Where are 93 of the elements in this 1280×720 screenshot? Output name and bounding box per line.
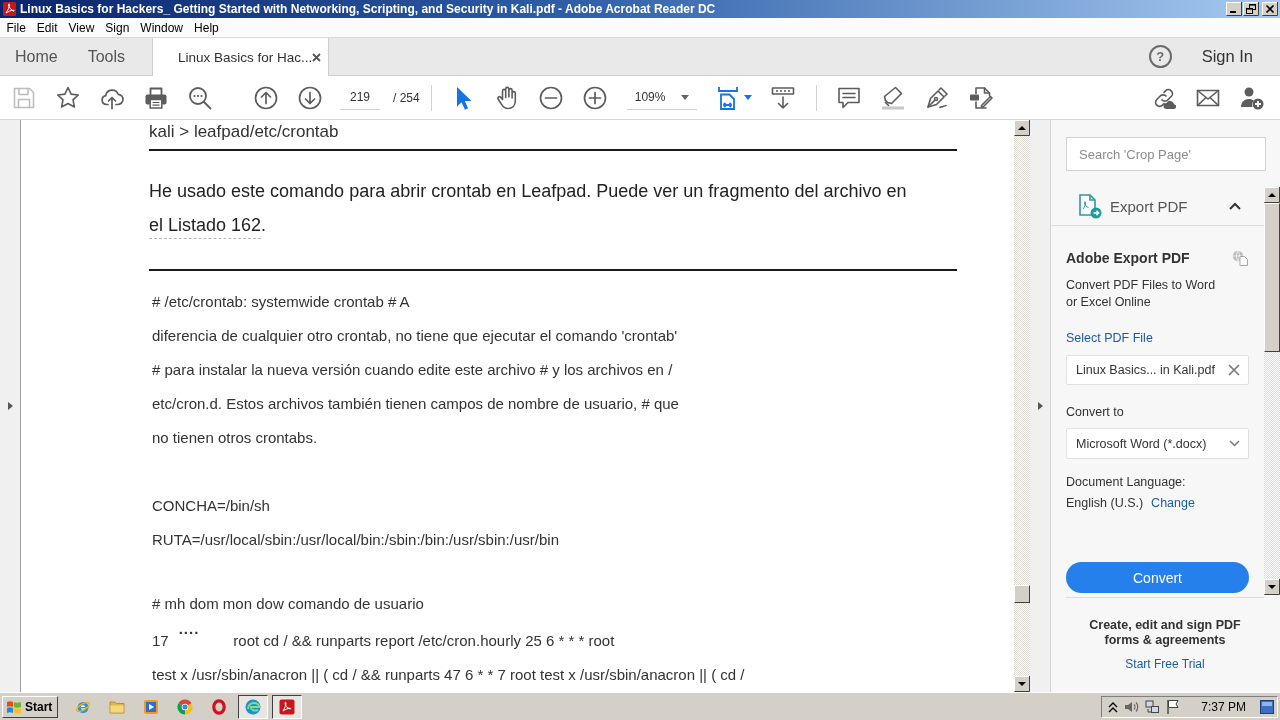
change-link[interactable]: Change bbox=[1151, 495, 1195, 512]
minimize-icon[interactable] bbox=[1226, 2, 1242, 16]
scroll-down-button[interactable] bbox=[1014, 676, 1030, 692]
select-file-link[interactable]: Select PDF File bbox=[1066, 330, 1153, 347]
listing-link[interactable]: el Listado 162 bbox=[149, 215, 262, 235]
scroll-mode-icon[interactable] bbox=[770, 85, 795, 110]
scroll-up-button[interactable] bbox=[1264, 187, 1280, 203]
help-button[interactable]: ? bbox=[1148, 45, 1172, 68]
zoom-out-icon[interactable] bbox=[538, 85, 563, 110]
add-user-icon[interactable] bbox=[1240, 85, 1264, 110]
zoom-in-icon[interactable] bbox=[582, 85, 607, 110]
menu-item[interactable]: View bbox=[63, 19, 100, 36]
pen-nib-icon[interactable] bbox=[924, 85, 949, 110]
highlighter-icon[interactable] bbox=[880, 85, 905, 110]
heading-text: kali > leafpad/etc/crontab bbox=[149, 122, 339, 142]
code-line: # /etc/crontab: systemwide crontab # A bbox=[152, 292, 410, 312]
chevron-down-icon bbox=[1229, 440, 1240, 447]
scrollbar-thumb[interactable] bbox=[1014, 585, 1030, 603]
file-field[interactable]: Linux Basics... in Kali.pdf bbox=[1066, 355, 1249, 385]
start-button[interactable]: Start bbox=[2, 695, 59, 718]
scrollbar[interactable] bbox=[1264, 187, 1280, 595]
scrollbar[interactable] bbox=[1014, 120, 1030, 692]
section-header[interactable]: Export PDF bbox=[1051, 187, 1264, 226]
zoom-dropdown[interactable]: 109% bbox=[626, 85, 697, 110]
convert-button[interactable]: Convert bbox=[1066, 562, 1249, 593]
menu-item[interactable]: File bbox=[1, 19, 32, 36]
close-icon[interactable] bbox=[1262, 2, 1278, 16]
sign-in-button[interactable]: Sign In bbox=[1201, 47, 1253, 66]
menu-item[interactable]: Sign bbox=[99, 19, 135, 36]
clock[interactable]: 7:37 PM bbox=[1201, 699, 1246, 714]
chevron-up-icon[interactable] bbox=[1229, 202, 1241, 210]
menu-item[interactable]: Window bbox=[134, 19, 189, 36]
clear-icon[interactable] bbox=[1228, 364, 1240, 376]
code-line: test x /usr/sbin/anacron || ( cd / && runparts 47 6 * * 7 root test x /usr/sbin/anacron || ( cd / bbox=[152, 665, 745, 685]
network-icon[interactable] bbox=[1145, 699, 1161, 714]
format-dropdown[interactable]: Microsoft Word (*.docx) bbox=[1066, 428, 1249, 459]
scrollbar-thumb[interactable] bbox=[1264, 203, 1280, 352]
printer-icon[interactable] bbox=[144, 85, 168, 110]
code-line: RUTA=/usr/local/sbin:/usr/local/bin:/sbin:/bin:/usr/sbin:/usr/bin bbox=[152, 530, 559, 550]
body-paragraph: He usado este comando para abrir crontab en Leafpad. Puede ver un fragmento del archivo en el Listado 162. bbox=[149, 180, 908, 237]
code-line: CONCHA=/bin/sh bbox=[152, 496, 270, 516]
panel-heading: Adobe Export PDF bbox=[1066, 250, 1190, 266]
fit-page-icon[interactable] bbox=[716, 85, 739, 110]
scroll-down-button[interactable] bbox=[1264, 579, 1280, 595]
pdf-icon[interactable] bbox=[279, 698, 296, 715]
ring-icon[interactable] bbox=[211, 698, 228, 715]
document-export-icon bbox=[1077, 193, 1102, 219]
code-dots: .... bbox=[178, 621, 200, 636]
hand-icon[interactable] bbox=[494, 85, 519, 110]
menu-item[interactable]: Help bbox=[188, 19, 225, 36]
code-command: root cd / && runparts report /etc/cron.hourly 25 6 * * * root bbox=[233, 632, 615, 649]
code-line: # mh dom mon dow comando de usuario bbox=[152, 594, 424, 614]
field-label: Document Language: bbox=[1066, 474, 1186, 491]
search-icon[interactable] bbox=[188, 85, 212, 110]
code-minute: 17 bbox=[152, 632, 169, 649]
flag-icon[interactable] bbox=[1166, 699, 1180, 714]
comment-icon[interactable] bbox=[836, 85, 861, 110]
nav-tab[interactable]: Home bbox=[0, 38, 73, 75]
browser-icon[interactable] bbox=[177, 698, 194, 715]
trial-link[interactable]: Start Free Trial bbox=[1125, 657, 1205, 671]
field-label: Convert to bbox=[1066, 404, 1124, 421]
taskbar-button[interactable] bbox=[272, 694, 303, 719]
chevron-up-icon[interactable] bbox=[1108, 700, 1119, 713]
caret-icon bbox=[680, 94, 689, 100]
media-player-icon[interactable] bbox=[143, 698, 160, 715]
code-line: etc/cron.d. Estos archivos también tienen campos de nombre de usuario, # que bbox=[152, 394, 679, 414]
page-total-text: / 254 bbox=[393, 90, 420, 105]
language-text: English (U.S.) bbox=[1066, 495, 1144, 512]
speaker-icon[interactable] bbox=[1124, 699, 1140, 714]
code-line: # para instalar la nueva versión cuando edite este archivo # y los archivos en / bbox=[152, 360, 673, 380]
star-icon[interactable] bbox=[56, 85, 80, 110]
document-tab[interactable]: Linux Basics for Hac... bbox=[152, 38, 330, 76]
flag-logo-icon bbox=[6, 699, 22, 714]
nav-tab[interactable]: Tools bbox=[72, 38, 141, 75]
taskbar-button[interactable] bbox=[238, 694, 269, 719]
arrow-down-circle-icon[interactable] bbox=[298, 85, 322, 110]
code-line: no tienen otros crontabs. bbox=[152, 428, 318, 448]
restore-icon[interactable] bbox=[1243, 2, 1259, 16]
caret-icon[interactable] bbox=[743, 95, 752, 100]
caret-right-icon[interactable] bbox=[7, 402, 13, 410]
window-title: Linux Basics for Hackers_ Getting Started with Networking, Scripting, and Security in Kali.pdf - Adobe Acrobat Reader DC bbox=[20, 2, 716, 16]
arrow-up-circle-icon[interactable] bbox=[254, 85, 278, 110]
code-line: diferencia de cualquier otro crontab, no tiene que ejecutar el comando 'crontab' bbox=[152, 326, 678, 346]
show-desktop-icon[interactable] bbox=[1260, 698, 1274, 715]
menu-item[interactable]: Edit bbox=[31, 19, 64, 36]
close-icon[interactable] bbox=[312, 52, 322, 62]
description-text: Convert PDF Files to Word or Excel Online bbox=[1066, 277, 1217, 311]
pdf-icon bbox=[3, 2, 16, 16]
caret-right-icon[interactable] bbox=[1037, 402, 1043, 410]
scroll-up-button[interactable] bbox=[1014, 120, 1030, 136]
document-pen-icon[interactable] bbox=[968, 85, 993, 110]
search-field[interactable]: Search 'Crop Page' bbox=[1066, 137, 1266, 171]
promo-text: Create, edit and sign PDF forms & agreements bbox=[1088, 618, 1242, 648]
